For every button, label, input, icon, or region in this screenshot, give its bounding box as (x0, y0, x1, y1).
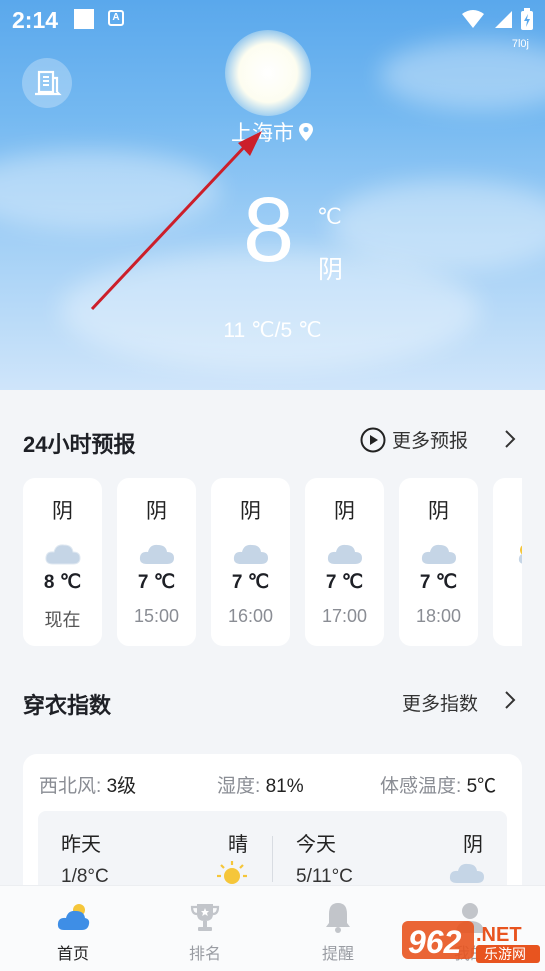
hour-time: 现在 (44, 610, 81, 630)
cloud-icon (233, 544, 268, 564)
yesterday-label: 昨天 (61, 834, 101, 856)
wind-value: 3级 (106, 776, 137, 797)
weather-home-icon (57, 904, 90, 930)
nav-item-ranking[interactable]: 排名 (150, 886, 260, 964)
svg-text:乐游网: 乐游网 (484, 947, 526, 963)
site-watermark-logo: 962 .NET 乐游网 (402, 921, 540, 963)
hour-condition: 阴 (428, 500, 449, 523)
trophy-icon (190, 904, 220, 931)
partly-cloudy-icon (518, 545, 522, 564)
hour-time: 15:00 (133, 606, 180, 626)
hour-condition: 阴 (334, 500, 355, 523)
yesterday-condition: 晴 (228, 834, 248, 856)
more-forecast-button[interactable]: 更多预报 (360, 426, 468, 453)
nav-item-home[interactable]: 首页 (18, 886, 128, 964)
hour-time: 17:00 (321, 606, 368, 626)
more-index-button[interactable]: 更多指数 (402, 689, 478, 716)
chevron-right-icon[interactable] (503, 429, 517, 449)
forecast-title: 24小时预报 (23, 432, 136, 457)
hour-card[interactable]: 阴 7 ℃ 15:00 (117, 478, 196, 646)
hour-card[interactable]: 阴 7 ℃ 17:00 (305, 478, 384, 646)
hour-temperature: 7 (493, 571, 522, 593)
nav-label-home: 首页 (56, 946, 89, 963)
nav-label-ranking: 排名 (188, 946, 221, 963)
cloud-icon (139, 544, 174, 564)
svg-text:962: 962 (408, 924, 462, 960)
hour-time: 19 (493, 605, 522, 626)
humidity-value: 81% (265, 776, 304, 797)
hour-condition: 多 (493, 495, 522, 525)
day-divider (272, 836, 273, 882)
hour-card[interactable]: 多 7 19 (493, 478, 522, 646)
today-label: 今天 (296, 834, 336, 856)
feels-like-label: 体感温度: (380, 776, 462, 797)
more-index-label: 更多指数 (402, 694, 479, 715)
hour-condition: 阴 (146, 500, 167, 523)
cloud-icon (327, 544, 362, 564)
wind-label: 西北风: (39, 776, 102, 797)
hour-temperature: 7 ℃ (325, 572, 364, 593)
svg-text:.NET: .NET (476, 924, 522, 946)
sun-icon (217, 861, 247, 884)
bell-icon (326, 903, 350, 933)
hour-card[interactable]: 阴 7 ℃ 16:00 (211, 478, 290, 646)
hour-condition: 阴 (240, 500, 261, 523)
hour-time: 18:00 (415, 606, 462, 626)
today-condition: 阴 (463, 834, 483, 856)
hour-card[interactable]: 阴 7 ℃ 18:00 (399, 478, 478, 646)
clothing-index-title: 穿衣指数 (23, 693, 112, 718)
chevron-right-icon[interactable] (503, 690, 517, 710)
hour-temperature: 7 ℃ (137, 572, 176, 593)
humidity-label: 湿度: (217, 776, 261, 797)
hour-card[interactable]: 阴 8 ℃ 现在 (23, 478, 102, 646)
play-icon (360, 427, 386, 452)
nav-label-reminder: 提醒 (321, 946, 354, 963)
hour-temperature: 7 ℃ (419, 572, 458, 593)
hour-temperature: 7 ℃ (231, 572, 270, 593)
feels-like-value: 5℃ (466, 776, 497, 797)
wind-stat: 西北风: 3级 (39, 771, 136, 798)
cloud-icon (449, 863, 484, 883)
cloud-icon (421, 544, 456, 564)
hour-temperature: 8 ℃ (43, 572, 82, 593)
hour-condition: 阴 (52, 500, 73, 523)
nav-item-reminder[interactable]: 提醒 (283, 886, 393, 964)
humidity-stat: 湿度: 81% (217, 771, 304, 798)
more-forecast-label: 更多预报 (392, 431, 469, 452)
cloud-icon (44, 544, 81, 565)
hour-time: 16:00 (227, 606, 274, 626)
hourly-forecast-list[interactable]: 阴 8 ℃ 现在 阴 7 ℃ 15:00 阴 7 ℃ 16:00 阴 7 ℃ 1… (23, 478, 522, 646)
feels-like-stat: 体感温度: 5℃ (380, 771, 496, 798)
annotation-arrow (90, 131, 262, 311)
